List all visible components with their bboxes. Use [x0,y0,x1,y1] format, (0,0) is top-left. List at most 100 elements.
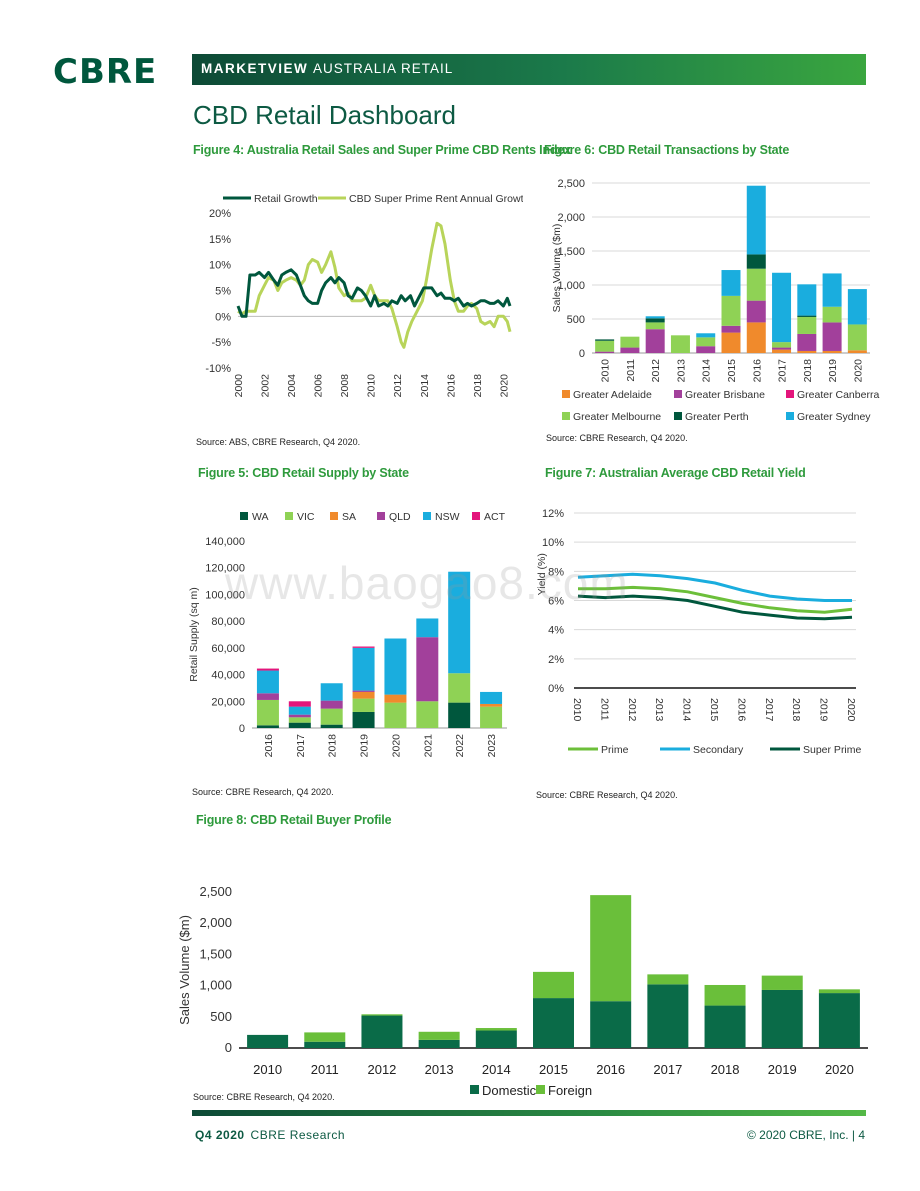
fig6-ytick-label: 0 [579,348,585,360]
fig5-chart: 140,000 120,000 100,000 80,000 60,000 40,000 2… [188,511,507,758]
fig4-ytick-label: 10% [209,260,231,272]
fig4-xtick-label: 2004 [286,374,298,398]
fig7-source: Source: CBRE Research, Q4 2020. [536,790,678,800]
fig8-bar-segment [647,974,689,985]
banner-bold-label: MARKETVIEW [201,61,309,76]
fig5-bar-segment [320,708,343,725]
fig6-xtick-label: 2015 [726,359,738,383]
fig4-xtick-label: 2000 [233,374,245,398]
fig6-legend-swatch [562,412,570,420]
fig5-legend-label: ACT [484,511,506,523]
fig5-bar-segment [352,647,375,691]
fig4-ytick-label: 5% [215,286,231,298]
fig5-bar-segment [256,725,279,728]
fig5-bar-segment [320,683,343,701]
fig6-bar-segment [797,315,817,317]
fig6-bar-segment [772,342,792,348]
fig6-bar-segment [721,325,741,333]
cbre-logo: CBRE [53,52,158,92]
fig6-legend-label: Greater Perth [685,411,749,423]
fig4-ytick-label: -5% [211,337,231,349]
fig8-ylabel: Sales Volume ($m) [177,915,192,1025]
fig7-xtick-label: 2018 [790,698,802,722]
fig8-bar-segment [418,1031,460,1040]
fig7-title: Figure 7: Australian Average CBD Retail … [545,466,806,480]
fig8-xtick-label: 2016 [596,1062,625,1077]
fig4-ytick-label: 15% [209,234,231,246]
fig5-legend-label: VIC [297,511,315,523]
fig6-ytick-label: 500 [567,314,585,326]
fig4-chart: 20% 15% 10% 5% 0% -5% -10%2000 2002 2004 2006 2008… [205,193,523,398]
fig6-bar-segment [797,350,817,353]
fig8-ytick-label: 1,000 [199,978,232,993]
marketview-banner: MARKETVIEW AUSTRALIA RETAIL [192,54,866,85]
fig5-bar-segment [352,698,375,712]
fig6-bar-segment [595,339,615,341]
fig6-bar-segment [822,322,842,351]
fig6-xtick-label: 2017 [777,359,789,383]
fig6-bar-segment [645,322,665,330]
fig4-xtick-label: 2008 [339,374,351,398]
fig5-xtick-label: 2019 [359,734,371,758]
fig5-title: Figure 5: CBD Retail Supply by State [198,466,409,480]
fig6-source: Source: CBRE Research, Q4 2020. [546,433,688,443]
footer-period: Q4 2020 [195,1128,245,1142]
fig6-bar-segment [645,316,665,319]
fig5-bar-segment [384,638,407,695]
fig8-legend-swatch [536,1085,545,1094]
fig8-xtick-label: 2010 [253,1062,282,1077]
fig6-legend-label: Greater Melbourne [573,411,661,423]
fig8-bar-segment [704,1005,746,1048]
fig6-bar-segment [822,350,842,353]
fig6-legend-swatch [674,412,682,420]
fig4-xtick-label: 2016 [445,374,457,398]
fig6-bar-segment [822,273,842,307]
fig5-bar-segment [416,637,439,702]
fig7-legend-label: Super Prime [803,744,862,756]
fig8-bar-segment [818,993,860,1048]
fig6-ytick-label: 2,000 [557,212,585,224]
fig5-legend-label: NSW [435,511,460,523]
fig6-bar-segment [746,322,766,353]
fig8-bar-segment [475,1028,517,1031]
fig6-bar-segment [620,347,640,353]
fig4-xtick-label: 2018 [472,374,484,398]
fig5-legend-swatch [423,512,431,520]
fig5-ytick-label: 20,000 [211,696,245,708]
fig5-bar-segment [352,691,375,699]
fig6-bar-segment [696,333,716,338]
fig6-xtick-label: 2010 [600,359,612,383]
fig5-legend-swatch [330,512,338,520]
fig5-ytick-label: 40,000 [211,670,245,682]
fig8-bar-segment [361,1014,403,1016]
fig7-ytick-label: 4% [548,625,564,637]
fig5-bar-segment [448,702,471,728]
fig8-xtick-label: 2011 [311,1062,339,1077]
fig8-bar-segment [761,989,803,1048]
fig7-ytick-label: 10% [542,537,564,549]
fig6-bar-segment [721,332,741,353]
fig8-ytick-label: 1,500 [199,946,232,961]
fig8-legend-swatch [470,1085,479,1094]
fig6-xtick-label: 2012 [650,359,662,383]
fig6-bar-segment [620,336,640,348]
fig8-xtick-label: 2012 [367,1062,396,1077]
fig6-bar-segment [746,185,766,255]
fig5-bar-segment [256,670,279,694]
fig4-title: Figure 4: Australia Retail Sales and Sup… [193,143,571,157]
fig6-bar-segment [645,329,665,353]
fig6-legend-swatch [786,390,794,398]
fig7-xtick-label: 2015 [708,698,720,722]
fig5-legend-label: SA [342,511,356,523]
fig8-legend-label: Domestic [482,1083,537,1098]
fig7-xtick-label: 2014 [681,698,693,722]
fig5-bar-segment [384,702,407,728]
fig8-bar-segment [361,1015,403,1048]
fig5-legend-swatch [240,512,248,520]
fig6-bar-segment [847,289,867,325]
fig5-xtick-label: 2022 [454,734,466,758]
fig6-xtick-label: 2014 [701,359,713,383]
fig8-bar-segment [475,1030,517,1048]
fig8-bar-segment [647,984,689,1048]
fig5-ytick-label: 80,000 [211,616,245,628]
